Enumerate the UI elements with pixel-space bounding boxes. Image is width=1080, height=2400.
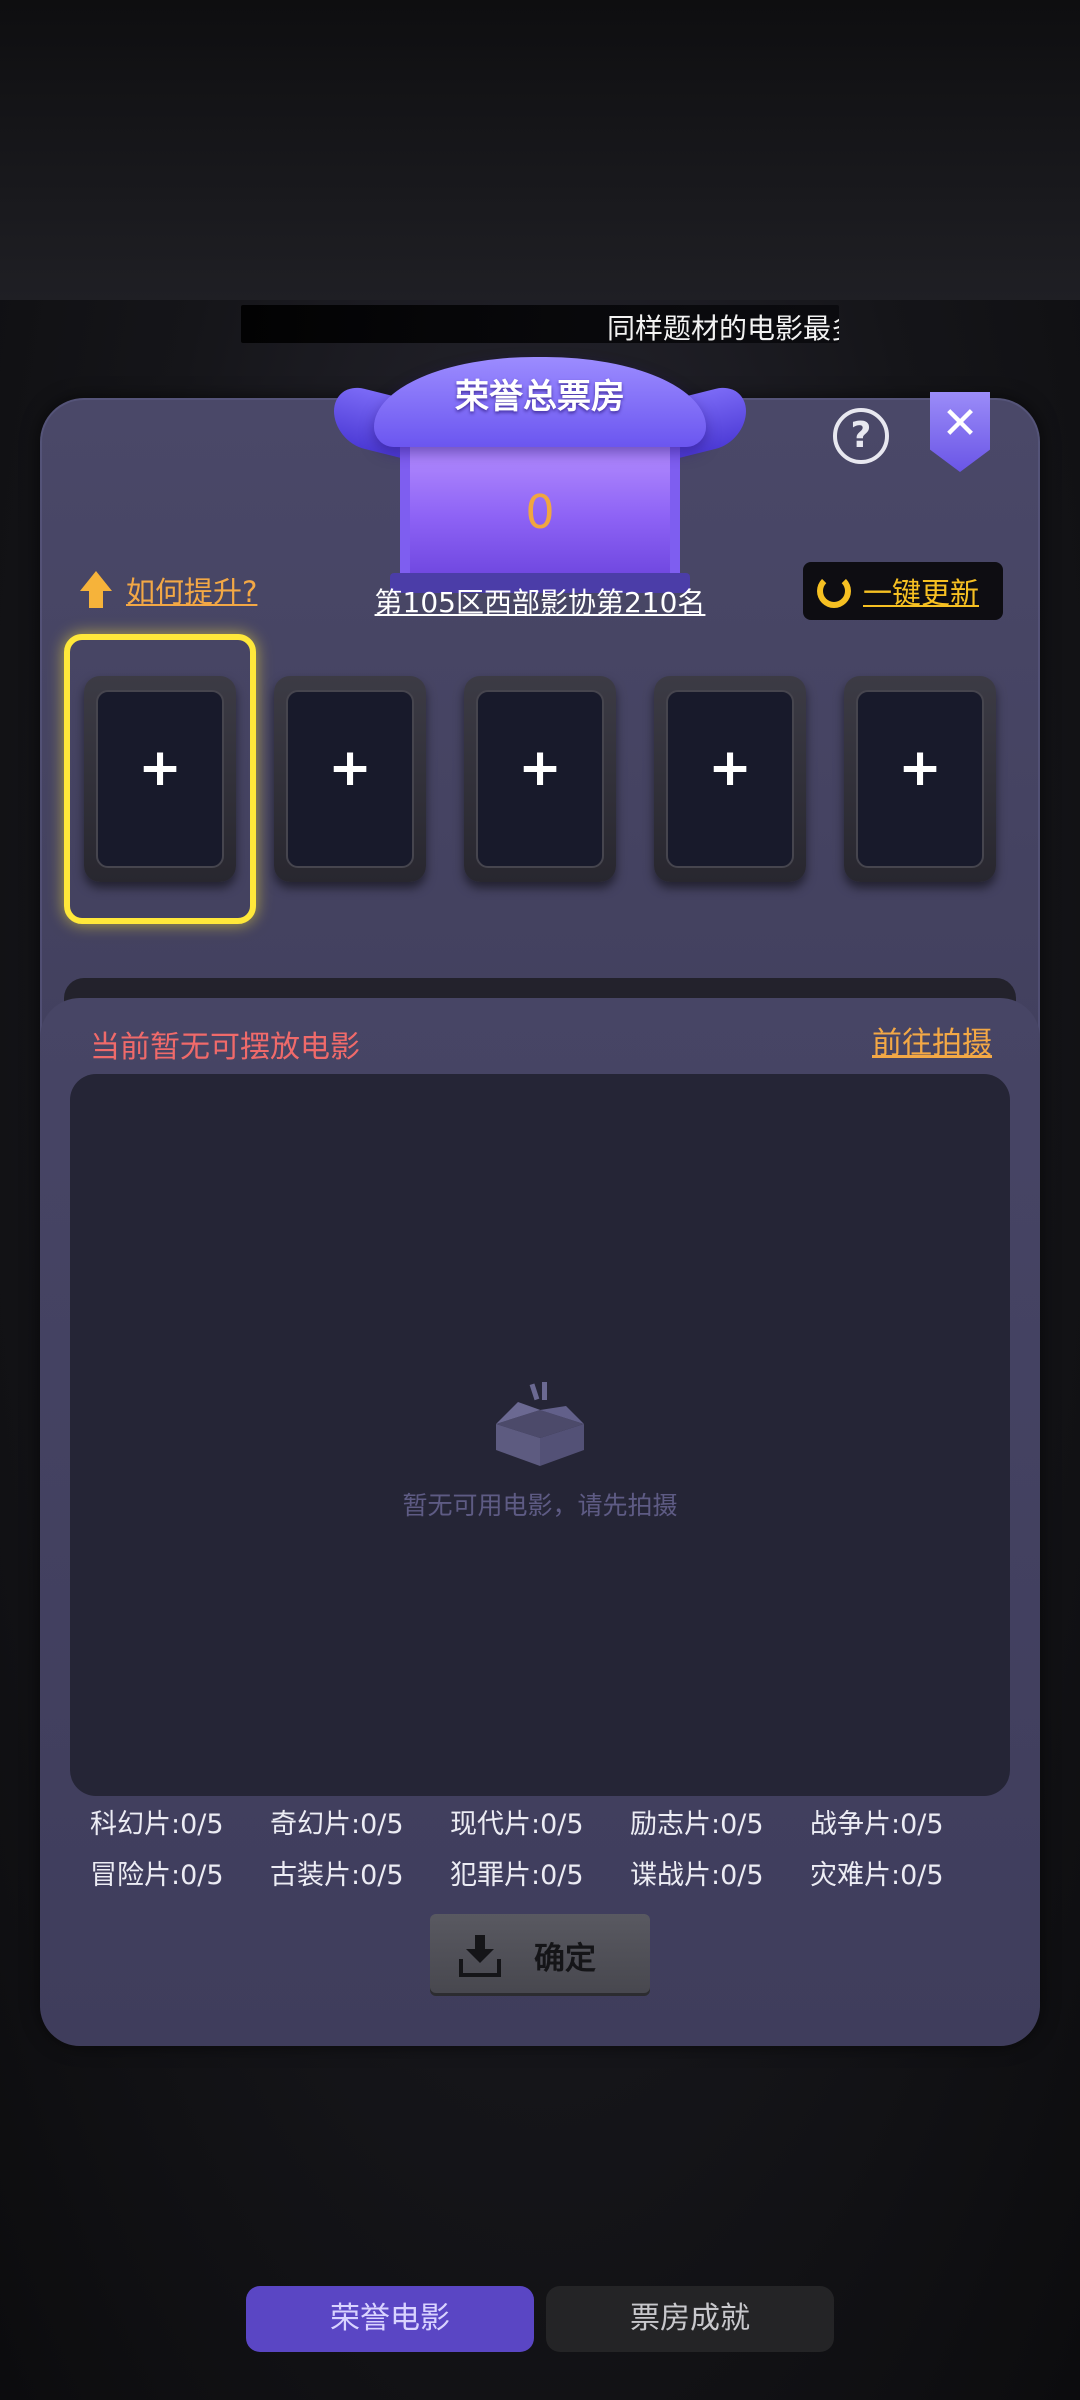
add-icon: + [708,738,752,798]
movie-slot-2[interactable]: + [274,676,426,882]
page-title: 荣誉总票房 [455,377,625,417]
movie-slot-5[interactable]: + [844,676,996,882]
go-to-shoot-link[interactable]: 前往拍摄 [872,1018,992,1062]
empty-state-text: 暂无可用电影，请先拍摄 [402,1491,678,1520]
genre-count: 奇幻片:0/5 [270,1809,404,1840]
tab-honor-movies[interactable]: 荣誉电影 [246,2286,534,2352]
confirm-label: 确定 [534,1940,596,1977]
genre-count: 犯罪片:0/5 [450,1860,584,1891]
refresh-icon [817,574,851,608]
add-icon: + [328,738,372,798]
how-to-improve-label: 如何提升? [126,575,258,609]
genre-count: 科幻片:0/5 [90,1809,224,1840]
genre-count: 战争片:0/5 [810,1809,944,1840]
download-icon [459,1935,501,1977]
genre-count: 现代片:0/5 [450,1809,584,1840]
add-icon: + [898,738,942,798]
help-button[interactable]: ? [833,408,889,464]
add-icon: + [138,738,182,798]
add-icon: + [518,738,562,798]
total-box-office-value: 0 [525,485,555,539]
one-key-update-label: 一键更新 [863,576,980,610]
genre-count: 冒险片:0/5 [90,1860,224,1891]
one-key-update-button[interactable]: 一键更新 [803,562,1003,620]
genre-count: 古装片:0/5 [270,1860,404,1891]
close-button[interactable]: ✕ [930,392,990,472]
scrolling-notice: 同样题材的电影最多 [241,305,839,343]
tab-box-office-achievements[interactable]: 票房成就 [546,2286,834,2352]
arrow-up-icon [80,571,112,609]
genre-count: 灾难片:0/5 [810,1860,944,1891]
genre-count-grid: 科幻片:0/5 奇幻片:0/5 现代片:0/5 励志片:0/5 战争片:0/5 … [90,1802,1010,1892]
rank-link[interactable]: 第105区西部影协第210名 [334,581,746,621]
empty-box-icon [496,1382,584,1466]
how-to-improve-link[interactable]: 如何提升? [80,568,257,612]
movie-slot-3[interactable]: + [464,676,616,882]
honor-header: 荣誉总票房 0 第105区西部影协第210名 [334,355,746,619]
movie-slot-4[interactable]: + [654,676,806,882]
scrolling-notice-text: 同样题材的电影最多 [607,312,839,343]
close-icon: ✕ [941,398,979,449]
genre-count: 谍战片:0/5 [630,1860,764,1891]
genre-count: 励志片:0/5 [630,1809,764,1840]
no-movie-notice: 当前暂无可摆放电影 [90,1030,360,1065]
movie-slot-1[interactable]: + [84,676,236,882]
background-top [0,0,1080,300]
confirm-button[interactable]: 确定 [430,1914,650,1996]
